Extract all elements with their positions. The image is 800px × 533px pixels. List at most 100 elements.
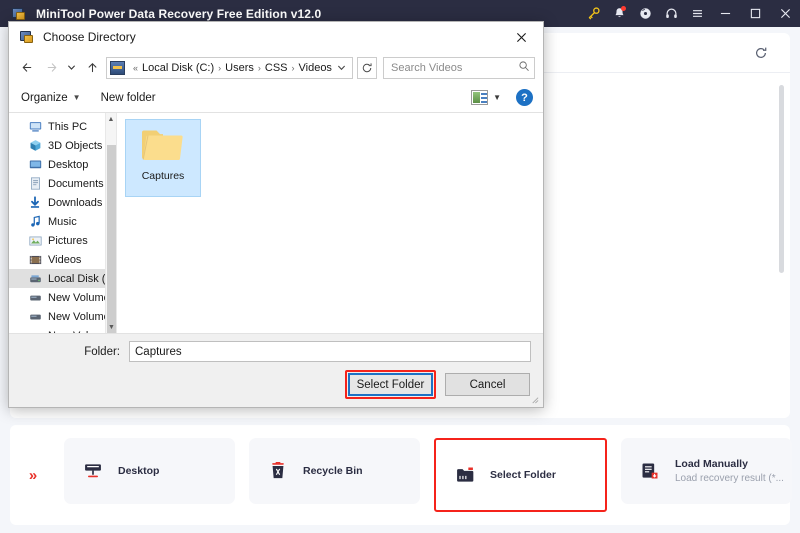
maximize-button[interactable] [740, 0, 770, 27]
dialog-titlebar: Choose Directory [9, 22, 543, 52]
chevron-down-icon: ▼ [72, 93, 81, 102]
navigation-tree: This PC 3D Objects Desktop Documents Dow… [9, 113, 117, 333]
breadcrumb-prefix: « [133, 62, 139, 73]
forward-button[interactable] [39, 56, 63, 80]
cancel-button[interactable]: Cancel [445, 373, 530, 396]
up-button[interactable] [80, 56, 104, 80]
scroll-down-icon[interactable]: ▼ [106, 321, 116, 333]
dialog-title: Choose Directory [43, 30, 136, 44]
tree-item-this-pc[interactable]: This PC [9, 117, 116, 136]
tree-item-pictures[interactable]: Pictures [9, 231, 116, 250]
folder-input[interactable]: Captures [129, 341, 531, 362]
tool-card-desktop[interactable]: Desktop [64, 438, 235, 504]
folder-field-row: Folder: Captures [21, 341, 531, 362]
tool-card-select-folder[interactable]: Select Folder [434, 438, 607, 512]
tool-card-load-manually[interactable]: Load Manually Load recovery result (*... [621, 438, 792, 504]
quick-tools-panel: » Desktop Recycle Bin Select Folder Load… [10, 425, 792, 525]
key-icon[interactable] [580, 0, 606, 27]
tree-item-label: Documents [48, 177, 104, 190]
tree-item-new-volume-f[interactable]: New Volume (F [9, 326, 116, 334]
minitool-logo-icon [11, 6, 27, 22]
chevron-down-icon[interactable] [332, 58, 350, 78]
address-bar[interactable]: « Local Disk (C:) › Users › CSS › Videos… [106, 56, 353, 79]
tree-item-music[interactable]: Music [9, 212, 116, 231]
tree-item-label: Music [48, 215, 77, 228]
drive-icon [27, 310, 43, 324]
choose-directory-dialog: Choose Directory « Local Disk (C:) › Use… [8, 21, 544, 408]
dialog-button-row: Select Folder Cancel [21, 370, 531, 399]
breadcrumb-separator: › [291, 62, 295, 73]
tree-item-local-disk-c[interactable]: Local Disk (C:) [9, 269, 116, 288]
tool-subtitle: Load recovery result (*... [675, 473, 784, 484]
breadcrumb-separator: › [218, 62, 222, 73]
new-folder-button[interactable]: New folder [101, 92, 156, 104]
close-button[interactable] [770, 0, 800, 27]
drive-icon [27, 291, 43, 305]
tool-card-recycle-bin[interactable]: Recycle Bin [249, 438, 420, 504]
desktop-icon [78, 461, 108, 481]
breadcrumb-item[interactable]: Users [225, 62, 254, 74]
videos-icon [27, 253, 43, 267]
tool-label: Load Manually [675, 458, 748, 470]
tree-item-desktop[interactable]: Desktop [9, 155, 116, 174]
folder-field-label: Folder: [84, 345, 120, 358]
breadcrumb-separator: › [257, 62, 261, 73]
downloads-icon [27, 196, 43, 210]
folder-icon [450, 465, 480, 485]
breadcrumb-item[interactable]: Videos [299, 62, 332, 74]
back-button[interactable] [15, 56, 39, 80]
tree-item-new-volume-d[interactable]: New Volume (D [9, 288, 116, 307]
dialog-navigation-bar: « Local Disk (C:) › Users › CSS › Videos… [9, 52, 543, 83]
3d-objects-icon [27, 139, 43, 153]
tree-item-label: Downloads [48, 196, 103, 209]
recycle-bin-icon [263, 461, 293, 481]
resize-grip[interactable] [530, 395, 540, 405]
tree-item-3d-objects[interactable]: 3D Objects [9, 136, 116, 155]
notification-badge [621, 6, 626, 11]
file-list-scrollbar[interactable] [532, 113, 543, 333]
search-input[interactable]: Search Videos [383, 56, 535, 79]
chevron-down-icon[interactable]: ▼ [493, 93, 501, 102]
titlebar-icon-group [580, 0, 800, 27]
tree-item-documents[interactable]: Documents [9, 174, 116, 193]
tree-item-new-volume-e[interactable]: New Volume (E [9, 307, 116, 326]
bell-icon[interactable] [606, 0, 632, 27]
scrollbar-thumb[interactable] [107, 145, 116, 333]
new-folder-label: New folder [100, 91, 156, 104]
drive-list-scrollbar[interactable] [779, 85, 784, 385]
menu-icon[interactable] [684, 0, 710, 27]
list-item[interactable]: Captures [125, 119, 201, 197]
file-list[interactable]: Captures [117, 113, 543, 333]
scrollbar-thumb[interactable] [779, 85, 784, 273]
help-icon[interactable]: ? [516, 89, 533, 106]
tree-item-label: 3D Objects [48, 139, 103, 152]
headset-icon[interactable] [658, 0, 684, 27]
refresh-icon[interactable] [357, 56, 377, 79]
breadcrumb-item[interactable]: CSS [265, 62, 288, 74]
breadcrumb-item[interactable]: Local Disk (C:) [142, 62, 214, 74]
select-folder-button[interactable]: Select Folder [348, 373, 433, 396]
expand-sidebar-button[interactable]: » [10, 425, 56, 525]
organize-label: Organize [21, 91, 68, 104]
pictures-icon [27, 234, 43, 248]
refresh-icon[interactable] [750, 42, 772, 64]
view-layout-icon[interactable] [471, 90, 489, 105]
dialog-main-area: This PC 3D Objects Desktop Documents Dow… [9, 113, 543, 334]
local-disk-icon [27, 272, 43, 286]
folder-icon [139, 125, 187, 165]
tree-item-label: Videos [48, 253, 82, 266]
organize-menu[interactable]: Organize ▼ [21, 92, 81, 104]
recent-locations-icon[interactable] [63, 56, 80, 80]
search-placeholder: Search Videos [391, 61, 463, 74]
disc-icon[interactable] [632, 0, 658, 27]
search-icon [518, 60, 530, 75]
tool-label: Select Folder [490, 469, 556, 481]
tree-item-videos[interactable]: Videos [9, 250, 116, 269]
minimize-button[interactable] [710, 0, 740, 27]
tool-card-list: Desktop Recycle Bin Select Folder Load M… [56, 438, 792, 512]
command-bar-right: ▼ ? [471, 89, 533, 106]
tree-scrollbar[interactable]: ▲ ▼ [105, 113, 116, 333]
tree-item-downloads[interactable]: Downloads [9, 193, 116, 212]
scroll-up-icon[interactable]: ▲ [106, 113, 116, 125]
close-icon[interactable] [499, 22, 543, 52]
